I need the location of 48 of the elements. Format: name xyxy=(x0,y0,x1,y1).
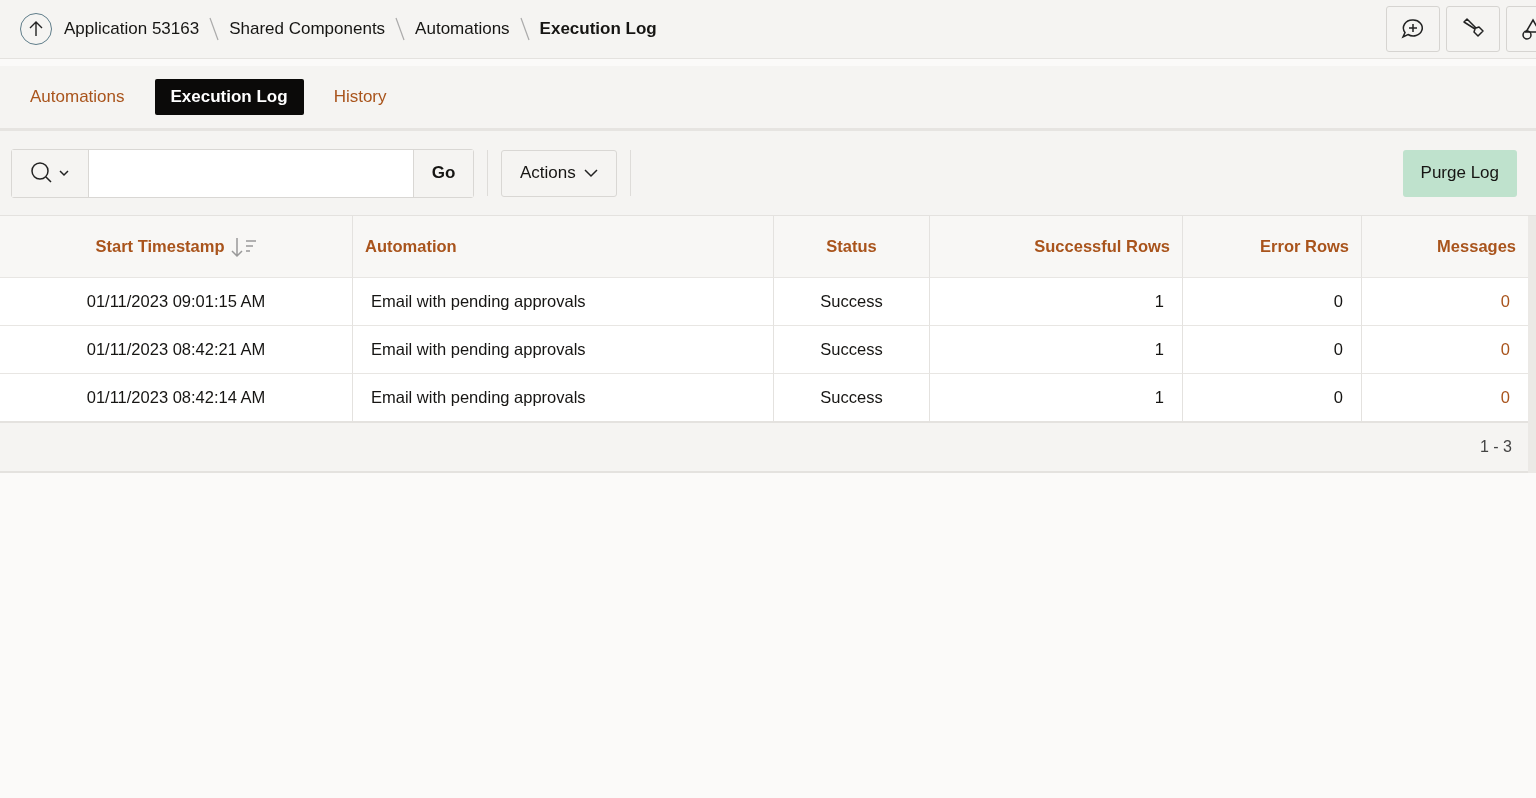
breadcrumb-separator-icon xyxy=(209,17,220,41)
column-header[interactable]: Start Timestamp xyxy=(0,216,352,277)
table-cell: 0 xyxy=(1182,373,1361,421)
messages-link[interactable]: 0 xyxy=(1500,292,1510,311)
table-cell: 0 xyxy=(1182,325,1361,373)
table-cell: 1 xyxy=(929,373,1182,421)
breadcrumb-current: Execution Log xyxy=(539,19,657,39)
column-header[interactable]: Messages xyxy=(1361,216,1528,277)
table-cell: 0 xyxy=(1182,277,1361,325)
table-cell: 1 xyxy=(929,277,1182,325)
caret-icon xyxy=(583,168,598,178)
tab[interactable]: Execution Log xyxy=(154,79,304,115)
column-title: Start Timestamp xyxy=(95,237,225,256)
table-cell: Success xyxy=(773,277,929,325)
tab[interactable]: Automations xyxy=(14,79,141,115)
comment-plus-icon xyxy=(1400,17,1426,41)
table-cell: Email with pending approvals xyxy=(352,277,773,325)
column-header[interactable]: Successful Rows xyxy=(929,216,1182,277)
column-header[interactable]: Automation xyxy=(352,216,773,277)
table-cell: 01/11/2023 09:01:15 AM xyxy=(0,277,352,325)
breadcrumb-link[interactable]: Application 53163 xyxy=(64,19,200,39)
breadcrumb-link[interactable]: Shared Components xyxy=(229,19,386,39)
breadcrumb-link[interactable]: Automations xyxy=(415,19,510,39)
messages-link[interactable]: 0 xyxy=(1500,388,1510,407)
purge-log-button[interactable]: Purge Log xyxy=(1402,149,1517,197)
column-title: Successful Rows xyxy=(1034,237,1170,256)
column-header[interactable]: Status xyxy=(773,216,929,277)
actions-button[interactable]: Actions xyxy=(501,149,617,197)
add-comment-button[interactable] xyxy=(1386,6,1440,52)
table-cell: 01/11/2023 08:42:21 AM xyxy=(0,325,352,373)
table-cell: 1 xyxy=(929,325,1182,373)
table-cell: Email with pending approvals xyxy=(352,325,773,373)
column-title: Automation xyxy=(365,237,457,256)
tab[interactable]: History xyxy=(317,79,403,115)
messages-link[interactable]: 0 xyxy=(1500,340,1510,359)
table-cell: Email with pending approvals xyxy=(352,373,773,421)
column-title: Error Rows xyxy=(1260,237,1349,256)
arrow-up-icon xyxy=(27,20,45,38)
breadcrumb-separator-icon xyxy=(395,17,406,41)
breadcrumb-separator-icon xyxy=(519,17,530,41)
table-cell: Success xyxy=(773,373,929,421)
column-title: Messages xyxy=(1437,237,1516,256)
column-title: Status xyxy=(826,237,877,256)
table-cell: 01/11/2023 08:42:14 AM xyxy=(0,373,352,421)
table-cell: Success xyxy=(773,325,929,373)
pagination-text: 1 - 3 xyxy=(1480,438,1512,456)
flashlight-button[interactable] xyxy=(1446,6,1500,52)
column-header[interactable]: Error Rows xyxy=(1182,216,1361,277)
